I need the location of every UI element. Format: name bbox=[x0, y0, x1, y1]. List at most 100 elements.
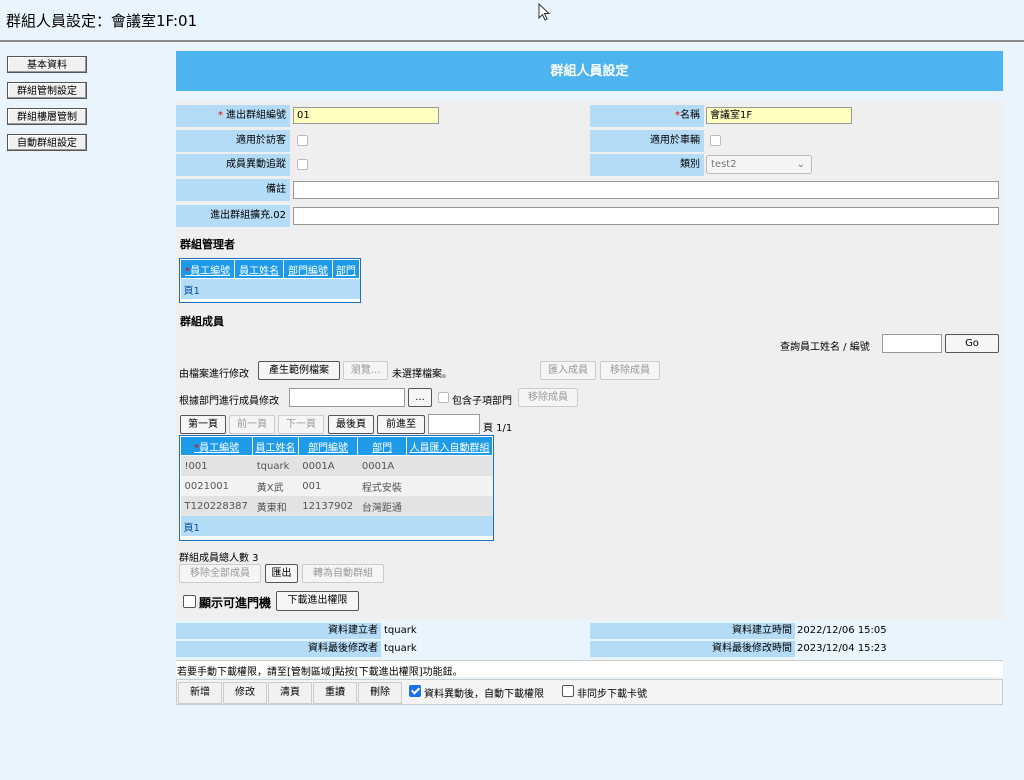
modifier-value: tquark bbox=[384, 643, 417, 654]
auto-download-label: 資料異動後，自動下載權限 bbox=[424, 689, 544, 700]
managers-col-emp-name[interactable]: 員工姓名 bbox=[234, 259, 285, 279]
modifier-label: 資料最後修改者 bbox=[176, 641, 381, 657]
vehicle-checkbox[interactable] bbox=[710, 135, 721, 146]
last-page-button[interactable]: 最後頁 bbox=[328, 415, 374, 434]
mouse-cursor-icon bbox=[538, 3, 551, 21]
cell-dept: 0001A bbox=[357, 455, 407, 476]
next-page-button[interactable]: 下一頁 bbox=[278, 415, 324, 434]
members-col-emp-name[interactable]: 員工姓名 bbox=[252, 436, 299, 456]
auto-download-checkbox[interactable] bbox=[409, 685, 421, 697]
sidebar-item-group-control[interactable]: 群組管制設定 bbox=[7, 82, 87, 99]
remark-input[interactable] bbox=[293, 181, 999, 199]
sidebar-item-basic-info[interactable]: 基本資料 bbox=[7, 56, 87, 73]
ext-input[interactable] bbox=[293, 207, 999, 225]
gen-sample-button[interactable]: 產生範例檔案 bbox=[258, 361, 340, 380]
members-col-emp-id[interactable]: *員工編號 bbox=[179, 436, 254, 456]
managers-page-link[interactable]: 頁1 bbox=[180, 278, 360, 299]
note-bar: 若要手動下載權限，請至[管制區域]點按[下載進出權限]功能鈕。 bbox=[176, 660, 1003, 678]
page-info: 頁 1/1 bbox=[483, 423, 513, 434]
async-checkbox[interactable] bbox=[562, 685, 574, 697]
modified-time-value: 2023/12/04 15:23 bbox=[797, 643, 887, 654]
cell-emp-name: 黃X武 bbox=[252, 476, 299, 496]
cell-dept: 台灣距通 bbox=[357, 496, 407, 516]
dept-modify-label: 根據部門進行成員修改 bbox=[179, 396, 279, 407]
managers-col-dept-id[interactable]: 部門編號 bbox=[283, 259, 333, 279]
members-col-dept[interactable]: 部門 bbox=[357, 436, 407, 456]
sidebar-item-floor-control[interactable]: 群組樓層管制 bbox=[7, 108, 87, 125]
managers-grid: *員工編號 員工姓名 部門編號 部門 頁1 bbox=[179, 258, 361, 303]
table-row[interactable]: !001 tquark 0001A 0001A bbox=[180, 455, 493, 476]
member-track-checkbox[interactable] bbox=[297, 159, 308, 170]
visitor-label: 適用於訪客 bbox=[176, 130, 290, 152]
add-button[interactable]: 新增 bbox=[178, 682, 222, 704]
creator-value: tquark bbox=[384, 625, 417, 636]
no-file-label: 未選擇檔案。 bbox=[392, 369, 452, 380]
go-button[interactable]: Go bbox=[945, 334, 999, 353]
clear-button[interactable]: 清頁 bbox=[268, 682, 312, 704]
managers-title: 群組管理者 bbox=[180, 238, 235, 251]
remove-members-button[interactable]: 移除成員 bbox=[600, 361, 660, 380]
import-members-button[interactable]: 匯入成員 bbox=[540, 361, 596, 380]
created-time-value: 2022/12/06 15:05 bbox=[797, 625, 887, 636]
file-modify-label: 由檔案進行修改 bbox=[179, 369, 249, 380]
group-code-input[interactable]: 01 bbox=[293, 107, 439, 124]
group-code-label: * 進出群組編號 bbox=[176, 105, 290, 127]
section-header: 群組人員設定 bbox=[176, 51, 1003, 91]
name-input[interactable]: 會議室1F bbox=[706, 107, 852, 124]
ext-label: 進出群組擴充.02 bbox=[176, 205, 290, 227]
remove-members-dept-button[interactable]: 移除成員 bbox=[518, 388, 578, 407]
query-label: 查詢員工姓名 / 編號 bbox=[780, 342, 870, 353]
cell-emp-name: 黃東和 bbox=[252, 496, 299, 516]
cell-dept: 程式安裝 bbox=[357, 476, 407, 496]
cell-dept-id: 12137902 bbox=[298, 496, 358, 516]
bottom-toolbar: 新增 修改 清頁 重讀 刪除 資料異動後，自動下載權限 非同步下載卡號 bbox=[176, 679, 1003, 705]
members-page-link[interactable]: 頁1 bbox=[180, 516, 493, 536]
include-sub-checkbox[interactable] bbox=[438, 392, 449, 403]
dept-input[interactable] bbox=[289, 388, 405, 407]
cell-dept-id: 0001A bbox=[298, 455, 358, 476]
goto-page-input[interactable] bbox=[428, 414, 480, 434]
member-track-label: 成員異動追蹤 bbox=[176, 154, 290, 176]
category-select[interactable]: test2 ⌄ bbox=[706, 155, 812, 174]
async-label: 非同步下載卡號 bbox=[577, 689, 647, 700]
reread-button[interactable]: 重讀 bbox=[313, 682, 357, 704]
vehicle-label: 適用於車輛 bbox=[590, 130, 704, 152]
chevron-down-icon: ⌄ bbox=[796, 159, 805, 170]
prev-page-button[interactable]: 前一頁 bbox=[229, 415, 275, 434]
members-col-dept-id[interactable]: 部門編號 bbox=[297, 436, 359, 456]
cell-auto-group bbox=[406, 455, 493, 476]
goto-page-button[interactable]: 前進至 bbox=[377, 415, 425, 434]
query-input[interactable] bbox=[882, 334, 942, 353]
cell-emp-id: T120228387 bbox=[180, 496, 253, 516]
table-row[interactable]: T120228387 黃東和 12137902 台灣距通 bbox=[180, 496, 493, 516]
export-button[interactable]: 匯出 bbox=[265, 564, 298, 583]
member-total: 群組成員總人數 3 bbox=[179, 553, 259, 564]
to-auto-group-button[interactable]: 轉為自動群組 bbox=[302, 564, 384, 583]
table-row[interactable]: 0021001 黃X武 001 程式安裝 bbox=[180, 476, 493, 496]
remark-label: 備註 bbox=[176, 179, 290, 201]
remove-all-button[interactable]: 移除全部成員 bbox=[179, 564, 261, 583]
managers-col-emp-id[interactable]: *員工編號 bbox=[179, 259, 236, 279]
show-door-label: 顯示可進門機 bbox=[199, 596, 272, 610]
managers-col-dept[interactable]: 部門 bbox=[331, 259, 361, 279]
show-door-checkbox[interactable] bbox=[183, 595, 196, 608]
category-label: 類別 bbox=[590, 154, 704, 176]
members-title: 群組成員 bbox=[180, 315, 224, 328]
page-title: 群組人員設定：會議室1F:01 bbox=[6, 12, 198, 30]
edit-button[interactable]: 修改 bbox=[223, 682, 267, 704]
cell-auto-group bbox=[406, 476, 493, 496]
name-label: *名稱 bbox=[590, 105, 704, 127]
visitor-checkbox[interactable] bbox=[297, 135, 308, 146]
first-page-button[interactable]: 第一頁 bbox=[180, 415, 226, 434]
browse-button[interactable]: 瀏覽... bbox=[343, 361, 388, 380]
creator-label: 資料建立者 bbox=[176, 623, 381, 639]
cell-emp-name: tquark bbox=[252, 455, 299, 476]
dept-picker-button[interactable]: ... bbox=[408, 388, 432, 407]
modified-time-label: 資料最後修改時間 bbox=[590, 641, 795, 657]
cell-emp-id: 0021001 bbox=[180, 476, 253, 496]
delete-button[interactable]: 刪除 bbox=[358, 682, 402, 704]
include-sub-label: 包含子項部門 bbox=[452, 396, 512, 407]
sidebar-item-auto-group[interactable]: 自動群組設定 bbox=[7, 134, 87, 151]
download-permission-button[interactable]: 下載進出權限 bbox=[276, 591, 359, 611]
members-col-auto-group[interactable]: 人員匯入自動群組 bbox=[405, 436, 494, 456]
